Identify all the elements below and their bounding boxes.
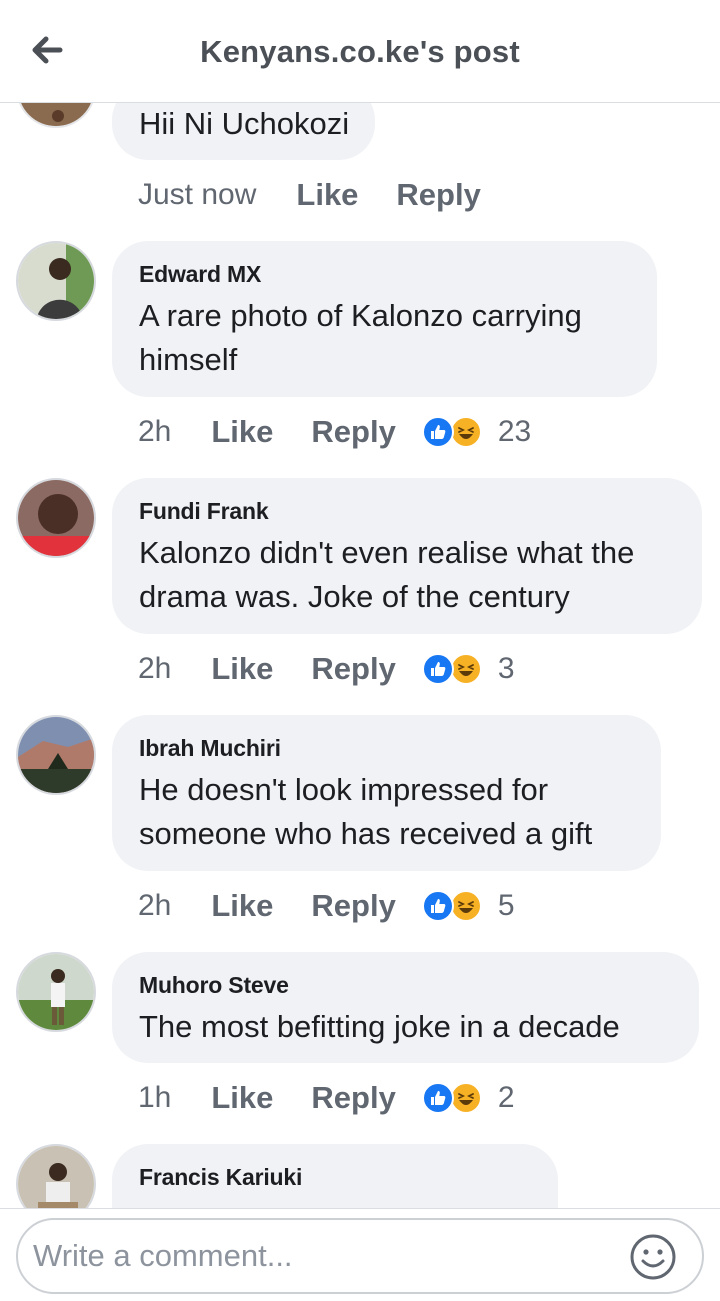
reaction-summary[interactable]: 2 — [421, 1081, 515, 1115]
comment-time: 1h — [138, 1081, 172, 1114]
comment-text: Hii Ni Uchokozi — [139, 106, 350, 141]
reaction-count: 23 — [497, 415, 532, 448]
reaction-summary[interactable]: 5 — [421, 889, 515, 923]
comment-time: 2h — [138, 652, 172, 685]
avatar[interactable] — [16, 715, 96, 795]
comment-actions: Just now Like Reply — [138, 175, 481, 215]
comment-bubble[interactable]: Muhoro Steve The most befitting joke in … — [112, 952, 699, 1063]
comment-author[interactable]: Muhoro Steve — [139, 972, 673, 999]
like-button[interactable]: Like — [211, 1080, 273, 1116]
like-reaction-icon — [421, 653, 454, 685]
page-title: Kenyans.co.ke's post — [200, 34, 520, 69]
comment-text: The most befitting joke in a decade — [139, 1009, 620, 1044]
like-button[interactable]: Like — [211, 651, 273, 687]
comment-bubble[interactable]: Fundi Frank Kalonzo didn't even realise … — [112, 478, 702, 634]
reply-button[interactable]: Reply — [311, 651, 395, 687]
avatar[interactable] — [16, 952, 96, 1032]
comment-actions: 2h Like Reply 23 — [138, 412, 531, 452]
comment-author[interactable]: Francis Kariuki — [139, 1164, 532, 1191]
reaction-count: 3 — [497, 652, 515, 685]
reaction-summary[interactable]: 23 — [421, 415, 532, 449]
reply-button[interactable]: Reply — [396, 177, 480, 213]
comment-bubble[interactable]: Ibrah Muchiri He doesn't look impressed … — [112, 715, 661, 871]
comment-time: Just now — [138, 178, 257, 211]
like-button[interactable]: Like — [211, 414, 273, 450]
comment-author[interactable]: Ibrah Muchiri — [139, 735, 635, 762]
like-button[interactable]: Like — [211, 888, 273, 924]
comments-feed[interactable]: Hii Ni Uchokozi Just now Like Reply Edwa… — [0, 0, 720, 1208]
avatar[interactable] — [16, 241, 96, 321]
like-button[interactable]: Like — [296, 177, 358, 213]
reaction-count: 2 — [497, 1081, 515, 1114]
comment-time: 2h — [138, 415, 172, 448]
reply-button[interactable]: Reply — [311, 888, 395, 924]
avatar[interactable] — [16, 1144, 96, 1208]
comment-text: Kalonzo didn't even realise what the dra… — [139, 535, 635, 614]
like-reaction-icon — [421, 1082, 454, 1114]
comment-composer: Write a comment... — [0, 1208, 720, 1301]
emoji-smiley-icon[interactable] — [628, 1232, 678, 1282]
comment-author[interactable]: Edward MX — [139, 261, 631, 288]
reaction-count: 5 — [497, 889, 515, 922]
comment-bubble[interactable]: Francis Kariuki — [112, 1144, 558, 1208]
like-reaction-icon — [421, 890, 454, 922]
haha-reaction-icon — [449, 890, 482, 922]
reaction-summary[interactable]: 3 — [421, 652, 515, 686]
reply-button[interactable]: Reply — [311, 1080, 395, 1116]
like-reaction-icon — [421, 416, 454, 448]
comment-input-placeholder: Write a comment... — [33, 1238, 293, 1273]
haha-reaction-icon — [449, 653, 482, 685]
avatar[interactable] — [16, 478, 96, 558]
reply-button[interactable]: Reply — [311, 414, 395, 450]
comment-text: A rare photo of Kalonzo carrying himself — [139, 298, 582, 377]
comment-time: 2h — [138, 889, 172, 922]
comment-bubble[interactable]: Edward MX A rare photo of Kalonzo carryi… — [112, 241, 657, 397]
top-bar: Kenyans.co.ke's post — [0, 0, 720, 103]
comment-actions: 2h Like Reply 3 — [138, 649, 515, 689]
comment-actions: 1h Like Reply 2 — [138, 1078, 515, 1118]
comment-actions: 2h Like Reply 5 — [138, 886, 515, 926]
haha-reaction-icon — [449, 1082, 482, 1114]
comment-input[interactable]: Write a comment... — [16, 1218, 704, 1294]
comment-author[interactable]: Fundi Frank — [139, 498, 676, 525]
haha-reaction-icon — [449, 416, 482, 448]
comment-text: He doesn't look impressed for someone wh… — [139, 772, 593, 851]
